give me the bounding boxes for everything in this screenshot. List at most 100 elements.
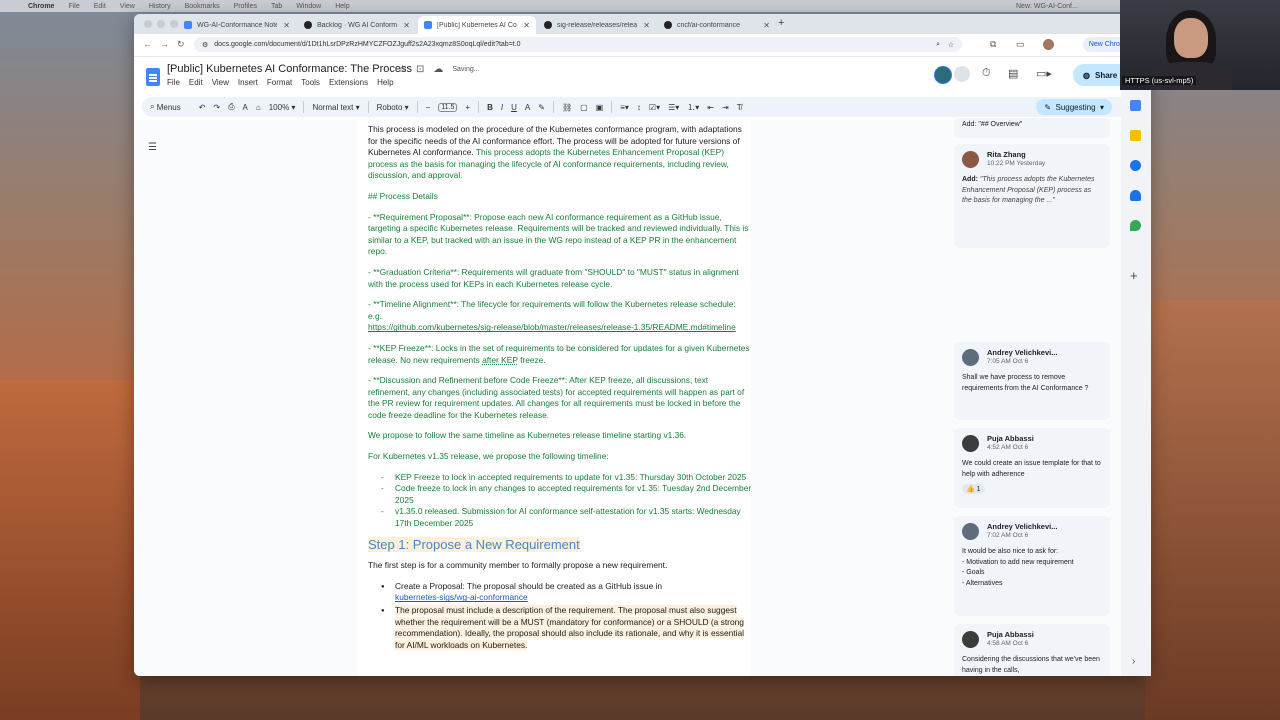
- menu-format[interactable]: Format: [267, 78, 292, 87]
- add-addon-icon[interactable]: +: [1130, 268, 1138, 283]
- menu-insert[interactable]: Insert: [238, 78, 258, 87]
- bullet-text-commented[interactable]: The proposal must include a description …: [395, 605, 744, 650]
- suggest-mode-avatar[interactable]: [954, 66, 970, 82]
- undo-icon[interactable]: ↶: [199, 103, 206, 112]
- close-tab-icon[interactable]: ✕: [763, 21, 770, 30]
- numbered-list-icon[interactable]: ⒈▾: [687, 102, 699, 113]
- highlight-icon[interactable]: ✎: [538, 103, 545, 112]
- underline-icon[interactable]: U: [511, 103, 517, 112]
- paint-format-icon[interactable]: ⌂: [256, 103, 261, 112]
- zoom-select[interactable]: 100% ▾: [269, 103, 296, 112]
- menubar-view[interactable]: View: [120, 3, 135, 10]
- maps-icon[interactable]: [1130, 220, 1141, 231]
- close-tab-icon[interactable]: ✕: [643, 21, 650, 30]
- menubar-help[interactable]: Help: [335, 3, 349, 10]
- increase-font-size-icon[interactable]: +: [465, 103, 470, 112]
- menubar-profiles[interactable]: Profiles: [234, 3, 257, 10]
- bookmark-star-icon[interactable]: ☆: [948, 41, 954, 49]
- clear-formatting-icon[interactable]: T̸: [737, 103, 742, 112]
- font-size-field[interactable]: 11.5: [438, 102, 458, 112]
- keep-icon[interactable]: [1130, 130, 1141, 141]
- align-icon[interactable]: ≡▾: [620, 103, 629, 112]
- menubar-history[interactable]: History: [149, 3, 171, 10]
- comment-card[interactable]: Rita Zhang 10:22 PM Yesterday Add: "This…: [954, 144, 1110, 248]
- version-history-icon[interactable]: ⏱: [982, 67, 991, 80]
- url-field[interactable]: ⚙ docs.google.com/document/d/1Dt1hLsrDPz…: [194, 37, 962, 52]
- menubar-edit[interactable]: Edit: [94, 3, 106, 10]
- comment-card[interactable]: Andrey Velichkevi... 7:05 AM Oct 6 Shall…: [954, 342, 1110, 420]
- comment-card[interactable]: Puja Abbassi 4:52 AM Oct 6 We could crea…: [954, 428, 1110, 508]
- editing-mode-select[interactable]: ✎ Suggesting ▾: [1036, 99, 1112, 115]
- italic-icon[interactable]: I: [501, 103, 503, 112]
- profile-avatar[interactable]: [1043, 39, 1054, 50]
- close-tab-icon[interactable]: ✕: [403, 21, 410, 30]
- close-tab-icon[interactable]: ✕: [523, 21, 530, 30]
- site-info-icon[interactable]: ⚙: [202, 41, 208, 49]
- bold-icon[interactable]: B: [487, 103, 493, 112]
- menubar-window[interactable]: Window: [296, 3, 321, 10]
- document-title[interactable]: [Public] Kubernetes AI Conformance: The …: [167, 63, 412, 75]
- line-spacing-icon[interactable]: ↕: [637, 103, 641, 112]
- extensions-icon[interactable]: ⧉: [990, 39, 996, 50]
- comments-icon[interactable]: ▤: [1008, 67, 1018, 80]
- maximize-window-button[interactable]: [170, 20, 178, 28]
- contacts-icon[interactable]: [1130, 190, 1141, 201]
- star-icon[interactable]: ☆: [398, 64, 407, 75]
- back-arrow-icon[interactable]: ←: [143, 39, 152, 49]
- menus-search-button[interactable]: ⌕ Menus: [150, 102, 181, 112]
- new-tab-button[interactable]: +: [778, 17, 784, 29]
- menubar-bookmarks[interactable]: Bookmarks: [185, 3, 220, 10]
- checklist-icon[interactable]: ☑▾: [649, 103, 660, 112]
- bulleted-list-icon[interactable]: ☰▾: [668, 103, 679, 112]
- menubar-file[interactable]: File: [68, 3, 79, 10]
- comment-card[interactable]: Andrey Velichkevi... 7:02 AM Oct 6 It wo…: [954, 516, 1110, 616]
- wg-ai-conformance-link[interactable]: kubernetes-sigs/wg-ai-conformance: [395, 592, 528, 602]
- zoom-icon[interactable]: ⌕: [936, 41, 940, 49]
- style-select[interactable]: Normal text ▾: [312, 103, 359, 112]
- text-color-icon[interactable]: A: [525, 103, 530, 112]
- menu-view[interactable]: View: [212, 78, 229, 87]
- collaborator-avatar[interactable]: [934, 66, 952, 84]
- tasks-icon[interactable]: [1130, 160, 1141, 171]
- menu-extensions[interactable]: Extensions: [329, 78, 368, 87]
- menu-edit[interactable]: Edit: [189, 78, 203, 87]
- close-window-button[interactable]: [144, 20, 152, 28]
- menubar-tab[interactable]: Tab: [271, 3, 282, 10]
- comment-card-partial[interactable]: Add: "## Overview": [954, 118, 1110, 138]
- tab-sig-release[interactable]: sig-release/releases/release- ✕: [538, 16, 656, 34]
- redo-icon[interactable]: ↷: [213, 103, 220, 112]
- tab-backlog[interactable]: Backlog · WG AI Conformanc ✕: [298, 16, 416, 34]
- menubar-app-name[interactable]: Chrome: [28, 3, 54, 10]
- tab-public-doc[interactable]: [Public] Kubernetes AI Confo ✕: [418, 16, 536, 34]
- spellcheck-icon[interactable]: A: [243, 103, 248, 112]
- tab-cncf-ai-conformance[interactable]: cncf/ai-conformance ✕: [658, 16, 776, 34]
- link-icon[interactable]: ⛓: [562, 103, 572, 112]
- document-outline-icon[interactable]: ☰: [148, 142, 157, 153]
- release-timeline-link[interactable]: https://github.com/kubernetes/sig-releas…: [368, 322, 736, 332]
- reload-icon[interactable]: ↻: [177, 39, 185, 50]
- close-tab-icon[interactable]: ✕: [283, 21, 290, 30]
- meet-video-icon[interactable]: ▭▸: [1036, 67, 1052, 80]
- add-comment-icon[interactable]: ▢: [580, 103, 588, 112]
- calendar-icon[interactable]: [1130, 100, 1141, 111]
- move-folder-icon[interactable]: ⊡: [416, 64, 424, 75]
- decrease-indent-icon[interactable]: ⇤: [707, 103, 714, 112]
- font-select[interactable]: Roboto ▾: [377, 103, 409, 112]
- insert-image-icon[interactable]: ▣: [596, 103, 604, 112]
- menu-tools[interactable]: Tools: [301, 78, 320, 87]
- document-body[interactable]: This process is modeled on the procedure…: [368, 124, 752, 652]
- forward-arrow-icon[interactable]: →: [160, 39, 169, 49]
- decrease-font-size-icon[interactable]: −: [426, 103, 431, 112]
- document-page[interactable]: This process is modeled on the procedure…: [357, 120, 751, 676]
- google-docs-logo-icon[interactable]: [146, 68, 160, 86]
- comment-card[interactable]: Puja Abbassi 4:58 AM Oct 6 Considering t…: [954, 624, 1110, 676]
- expand-panel-chevron-icon[interactable]: ›: [1132, 656, 1135, 667]
- increase-indent-icon[interactable]: ⇥: [722, 103, 729, 112]
- menu-file[interactable]: File: [167, 78, 180, 87]
- cast-icon[interactable]: ▭: [1016, 39, 1025, 50]
- print-icon[interactable]: ⎙: [228, 102, 234, 112]
- reaction-chip[interactable]: 👍 1: [962, 484, 985, 494]
- tab-wg-notes[interactable]: WG-AI-Conformance Notes ✕: [178, 16, 296, 34]
- menu-help[interactable]: Help: [377, 78, 393, 87]
- cloud-status-icon[interactable]: ☁: [433, 64, 443, 75]
